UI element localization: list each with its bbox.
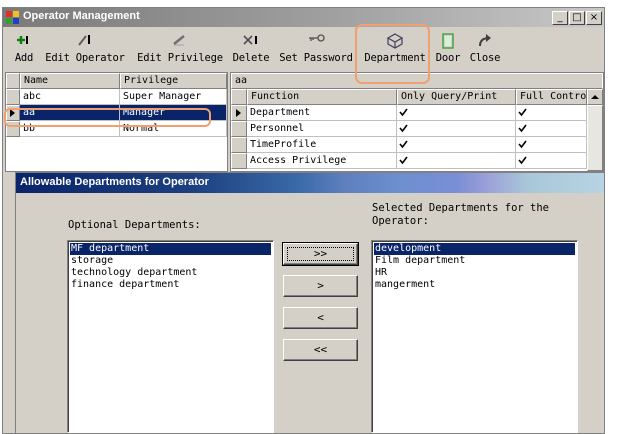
- row-selector[interactable]: [231, 137, 247, 153]
- add-all-button[interactable]: >>: [282, 242, 359, 266]
- list-item[interactable]: mangerment: [374, 279, 575, 291]
- selected-departments-label-cont: Operator:: [372, 215, 429, 227]
- optional-departments-label: Optional Departments:: [68, 219, 201, 231]
- toolbar: Add Edit Operator Edit Privilege Delete …: [3, 28, 604, 76]
- list-item[interactable]: technology department: [70, 267, 271, 279]
- column-header-query-print[interactable]: Only Query/Print: [397, 89, 516, 105]
- full-control-checkbox-cell[interactable]: [516, 153, 587, 169]
- maximize-button[interactable]: □: [569, 11, 585, 25]
- door-button[interactable]: Door: [433, 30, 463, 64]
- title-bar[interactable]: Operator Management _ □ ×: [3, 8, 604, 27]
- checkbox-checked-icon: [399, 140, 408, 149]
- allowable-departments-dialog: Allowable Departments for Operator Optio…: [15, 172, 605, 434]
- dialog-title: Allowable Departments for Operator: [20, 176, 209, 188]
- checkbox-checked-icon: [399, 108, 408, 117]
- grid-corner: [231, 89, 247, 105]
- query-checkbox-cell[interactable]: [397, 153, 516, 169]
- selected-departments-list[interactable]: development Film department HR mangermen…: [371, 240, 578, 433]
- grid-corner: [6, 73, 20, 89]
- scroll-up-arrow-icon: [591, 95, 599, 99]
- column-header-function[interactable]: Function: [247, 89, 397, 105]
- remove-button[interactable]: <: [283, 307, 358, 329]
- full-control-checkbox-cell[interactable]: [516, 137, 587, 153]
- privileges-grid: aa Function Only Query/Print Full Contro…: [230, 72, 604, 172]
- list-item[interactable]: HR: [374, 267, 575, 279]
- checkbox-checked-icon: [518, 108, 527, 117]
- list-item[interactable]: finance department: [70, 279, 271, 291]
- edit-operator-button[interactable]: Edit Operator: [44, 30, 126, 64]
- row-selector[interactable]: [231, 153, 247, 169]
- list-item[interactable]: MF department: [70, 243, 271, 255]
- query-checkbox-cell[interactable]: [397, 121, 516, 137]
- edit-operator-icon: [44, 30, 126, 52]
- query-checkbox-cell[interactable]: [397, 105, 516, 121]
- app-icon: [6, 11, 19, 24]
- vertical-scrollbar[interactable]: [587, 105, 603, 171]
- checkbox-checked-icon: [399, 124, 408, 133]
- query-checkbox-cell[interactable]: [397, 137, 516, 153]
- list-item[interactable]: storage: [70, 255, 271, 267]
- door-icon: [433, 30, 463, 52]
- checkbox-checked-icon: [399, 156, 408, 165]
- close-arrow-icon: [468, 30, 502, 52]
- scroll-up-button[interactable]: [587, 89, 603, 105]
- delete-button[interactable]: Delete: [230, 30, 272, 64]
- remove-all-button[interactable]: <<: [283, 339, 358, 361]
- add-button-dialog[interactable]: >: [283, 275, 358, 297]
- add-icon: [9, 30, 39, 52]
- department-highlight-annotation: [355, 24, 430, 84]
- column-header-privilege[interactable]: Privilege: [120, 73, 227, 89]
- add-button[interactable]: Add: [9, 30, 39, 64]
- optional-departments-list[interactable]: MF department storage technology departm…: [67, 240, 274, 433]
- row-selector[interactable]: [6, 89, 20, 105]
- selected-row-highlight-annotation: [4, 108, 211, 127]
- list-item[interactable]: Film department: [374, 255, 575, 267]
- checkbox-checked-icon: [518, 140, 527, 149]
- checkbox-checked-icon: [518, 156, 527, 165]
- table-row-privilege[interactable]: Super Manager: [120, 89, 227, 105]
- minimize-button[interactable]: _: [552, 11, 568, 25]
- close-button[interactable]: Close: [468, 30, 502, 64]
- column-header-full-control[interactable]: Full Contro: [516, 89, 587, 105]
- checkbox-checked-icon: [518, 124, 527, 133]
- table-row-function[interactable]: Access Privilege: [247, 153, 397, 169]
- delete-icon: [230, 30, 272, 52]
- table-row-function[interactable]: Personnel: [247, 121, 397, 137]
- full-control-checkbox-cell[interactable]: [516, 105, 587, 121]
- table-row-function[interactable]: Department: [247, 105, 397, 121]
- current-row-arrow-icon: [236, 109, 241, 117]
- close-window-button[interactable]: ×: [586, 11, 602, 25]
- set-password-button[interactable]: Set Password: [277, 30, 355, 64]
- full-control-checkbox-cell[interactable]: [516, 121, 587, 137]
- row-selector-current[interactable]: [231, 105, 247, 121]
- column-header-name[interactable]: Name: [20, 73, 120, 89]
- list-item[interactable]: development: [374, 243, 575, 255]
- selected-departments-label: Selected Departments for the: [372, 202, 550, 214]
- row-selector[interactable]: [231, 121, 247, 137]
- table-row-name[interactable]: abc: [20, 89, 120, 105]
- dialog-title-bar[interactable]: Allowable Departments for Operator: [16, 173, 604, 193]
- key-icon: [277, 30, 355, 52]
- table-row-function[interactable]: TimeProfile: [247, 137, 397, 153]
- window-title: Operator Management: [23, 10, 140, 22]
- edit-privilege-button[interactable]: Edit Privilege: [136, 30, 224, 64]
- edit-privilege-icon: [136, 30, 224, 52]
